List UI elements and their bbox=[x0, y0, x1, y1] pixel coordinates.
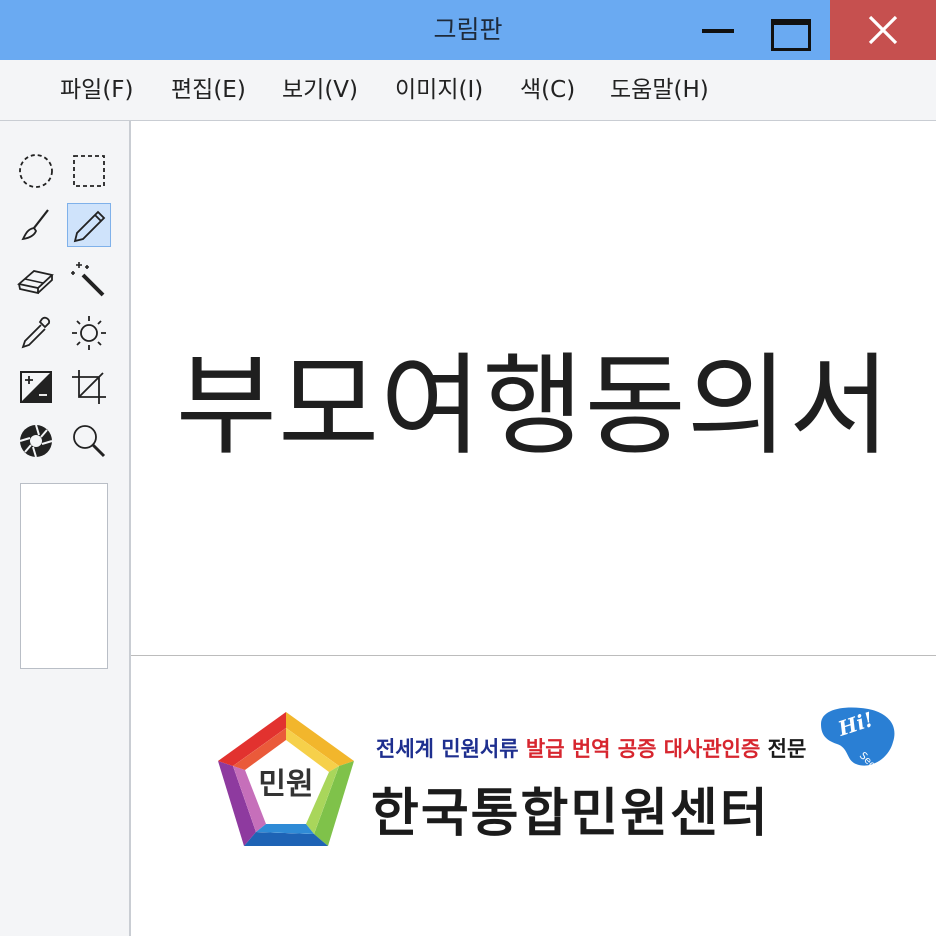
eraser-tool[interactable] bbox=[14, 257, 58, 301]
menu-view[interactable]: 보기(V) bbox=[282, 60, 358, 120]
menu-file[interactable]: 파일(F) bbox=[60, 60, 134, 120]
color-picker-tool[interactable] bbox=[14, 311, 58, 355]
ellipse-select-tool[interactable] bbox=[14, 149, 58, 193]
menu-help[interactable]: 도움말(H) bbox=[610, 60, 709, 120]
minimize-button[interactable] bbox=[682, 0, 754, 60]
brightness-icon bbox=[72, 316, 106, 350]
contrast-tool[interactable] bbox=[14, 365, 58, 409]
tagline-part1: 전세계 민원서류 bbox=[376, 737, 526, 761]
zoom-icon bbox=[73, 425, 106, 458]
color-picker-icon bbox=[21, 316, 51, 349]
menu-color[interactable]: 색(C) bbox=[520, 60, 575, 120]
brush-icon bbox=[21, 209, 49, 241]
color-preview-panel bbox=[20, 483, 108, 669]
logo-company-name: 한국통합민원센터 bbox=[371, 784, 770, 844]
eraser-icon bbox=[17, 270, 54, 295]
aperture-tool[interactable] bbox=[14, 419, 58, 463]
menu-edit[interactable]: 편집(E) bbox=[171, 60, 246, 120]
close-icon bbox=[868, 15, 898, 45]
minwon-logo-emblem: 민원 bbox=[218, 712, 354, 846]
toolbox bbox=[0, 121, 131, 936]
crop-icon bbox=[72, 370, 106, 404]
rect-select-icon bbox=[73, 155, 105, 187]
drawing-canvas[interactable]: 부모여행동의서 민원 전세계 민원서류 발급 번역 공증 대사관인증 전문 한국… bbox=[131, 121, 936, 936]
brightness-tool[interactable] bbox=[67, 311, 111, 355]
magic-wand-icon bbox=[71, 262, 105, 297]
title-bar: 그림판 bbox=[0, 0, 936, 60]
canvas-divider bbox=[131, 655, 936, 656]
maximize-button[interactable] bbox=[754, 0, 828, 60]
rect-select-tool[interactable] bbox=[67, 149, 111, 193]
hi-seoul-logo: Hi! Seoul bbox=[821, 707, 895, 774]
logo-tagline: 전세계 민원서류 발급 번역 공증 대사관인증 전문 bbox=[376, 733, 806, 763]
magic-wand-tool[interactable] bbox=[67, 257, 111, 301]
close-button[interactable] bbox=[830, 0, 936, 60]
zoom-tool[interactable] bbox=[67, 419, 111, 463]
pencil-tool[interactable] bbox=[67, 203, 111, 247]
menu-bar: 파일(F) 편집(E) 보기(V) 이미지(I) 색(C) 도움말(H) bbox=[0, 60, 936, 121]
contrast-icon bbox=[20, 371, 52, 403]
pencil-icon bbox=[73, 210, 106, 243]
tagline-part2: 발급 번역 공증 대사관인증 bbox=[525, 737, 761, 761]
document-title: 부모여행동의서 bbox=[175, 342, 892, 470]
ellipse-select-icon bbox=[19, 154, 53, 188]
aperture-icon bbox=[19, 424, 53, 458]
menu-image[interactable]: 이미지(I) bbox=[395, 60, 483, 120]
brush-tool[interactable] bbox=[14, 203, 58, 247]
tagline-part3: 전문 bbox=[760, 737, 807, 761]
logo-badge-text: 민원 bbox=[258, 767, 313, 802]
crop-tool[interactable] bbox=[67, 365, 111, 409]
